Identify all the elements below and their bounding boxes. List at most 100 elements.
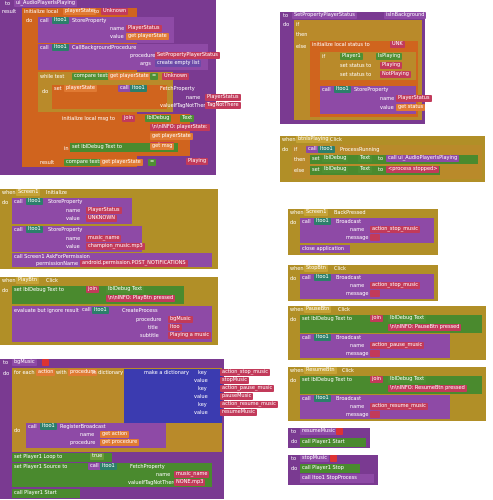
btn-is-playing-component[interactable]: btnIsPlaying <box>296 136 331 143</box>
playing-string[interactable]: Playing <box>186 158 209 165</box>
player-status-string[interactable]: PlayerStatus <box>396 95 432 102</box>
unknown-upper-string[interactable]: UNKNOWN <box>86 215 118 222</box>
unknown-string[interactable]: Unknown <box>101 8 129 15</box>
empty-message-string[interactable] <box>370 290 380 297</box>
bg-music-procedure[interactable]: to bgMusic do for each action with proce… <box>0 359 278 499</box>
action-stop-string[interactable]: action_stop_music <box>370 226 420 233</box>
lbl-debug[interactable]: lblDebug <box>322 155 349 162</box>
value-resume-music[interactable]: resumeMusic <box>220 409 257 416</box>
lbl-debug-text[interactable]: lblDebug Text <box>106 286 145 293</box>
process-stopped-string[interactable]: <process stopped> <box>386 166 440 173</box>
stop-music-procedure[interactable]: to stopMusic do call Player1 Stop call I… <box>288 455 378 485</box>
warning-icon[interactable] <box>330 455 337 462</box>
key-action-stop[interactable]: action_stop_music <box>220 369 270 376</box>
var-player-state-field[interactable]: playerState <box>63 8 96 15</box>
resume-btn-component[interactable]: ResumeBtn <box>304 367 337 374</box>
itoo-component[interactable]: Itoo1 <box>314 274 331 281</box>
screen1-component[interactable]: Screen1 <box>304 209 329 216</box>
text-property[interactable]: Text <box>180 115 195 122</box>
music-name-string[interactable]: music_name <box>86 235 122 242</box>
stop-btn-component[interactable]: StopBtn <box>304 265 328 272</box>
is-playing-property[interactable]: IsPlaying <box>376 53 403 60</box>
join-block[interactable]: join <box>370 315 384 322</box>
warning-icon[interactable] <box>336 428 343 435</box>
btn-is-playing-click-event[interactable]: when btnIsPlaying Click do if call Itoo1… <box>280 136 485 182</box>
get-status[interactable]: get status <box>396 104 426 111</box>
set-property-player-status-procedure[interactable]: to SetPropertyPlayerStatus isInBackgroun… <box>280 12 432 124</box>
playing-a-music-string[interactable]: Playing a music <box>168 332 212 339</box>
music-name-string[interactable]: music_name <box>174 471 210 478</box>
compare-texts[interactable]: compare texts <box>72 73 113 80</box>
play-btn-click-event[interactable]: when PlayBtn Click do set lblDebug Text … <box>0 277 218 345</box>
none-mp3-string[interactable]: NONE.mp3 <box>174 479 206 486</box>
procedure-name-field[interactable]: bgMusic <box>12 359 37 366</box>
play-btn-component[interactable]: PlayBtn <box>16 277 39 284</box>
equals-operator[interactable]: = <box>148 159 157 166</box>
itoo-component[interactable]: Itoo1 <box>314 395 331 402</box>
pause-btn-component[interactable]: PauseBtn <box>304 306 332 313</box>
join-block[interactable]: join <box>370 376 384 383</box>
player-status-string[interactable]: PlayerStatus <box>126 25 162 32</box>
itoo-component[interactable]: Itoo1 <box>26 226 43 233</box>
call-ui-audio-player[interactable]: call ui_AudioPlayerIsPlaying <box>386 155 460 162</box>
info-resume-string[interactable]: \n\nINFO: ResumeBtn pressed <box>388 385 467 392</box>
join-block[interactable]: join <box>86 286 100 293</box>
resume-music-procedure[interactable]: to resumeMusic do call Player1 Start <box>288 428 370 448</box>
text-property[interactable]: Text <box>358 155 373 162</box>
get-player-state[interactable]: get playerState <box>108 73 151 80</box>
key-action-pause[interactable]: action_pause_music <box>220 385 275 392</box>
stop-btn-click-event[interactable]: when StopBtn Click do call Itoo1 Broadca… <box>288 265 438 301</box>
itoo-component[interactable]: Itoo1 <box>26 198 43 205</box>
unk-string[interactable]: UNK <box>390 41 405 48</box>
playing-string[interactable]: Playing <box>380 62 403 69</box>
equals-operator[interactable]: = <box>150 73 159 80</box>
info-pause-string[interactable]: \n\nINFO: PauseBtn pressed <box>388 324 462 331</box>
info-play-string[interactable]: \n\nINFO: PlayBtn pressed <box>106 295 176 302</box>
player-status-string[interactable]: PlayerStatus <box>86 207 122 214</box>
champion-music-string[interactable]: champion_music.mp3 <box>86 243 145 250</box>
screen1-initialize-event[interactable]: when Screen1 Initialize do call Itoo1 St… <box>0 189 218 269</box>
procedure-name-field[interactable]: SetPropertyPlayerStatus <box>292 12 357 19</box>
get-player-state[interactable]: get playerState <box>150 133 193 140</box>
procedure-name-field[interactable]: stopMusic <box>300 455 330 462</box>
ui-audio-player-is-playing-procedure[interactable]: to ui_AudioPlayerIsPlaying result initia… <box>0 0 241 175</box>
get-player-state[interactable]: get playerState <box>100 159 143 166</box>
player-state-var[interactable]: playerState <box>64 85 97 92</box>
action-stop-string[interactable]: action_stop_music <box>370 282 420 289</box>
bg-music-string[interactable]: bgMusic <box>168 316 193 323</box>
itoo-component[interactable]: Itoo1 <box>100 463 117 470</box>
get-action[interactable]: get action <box>100 431 130 438</box>
is-in-background-param[interactable]: isInBackground <box>384 12 427 19</box>
not-playing-string[interactable]: NotPlaying <box>380 71 411 78</box>
text-property[interactable]: Text <box>358 166 373 173</box>
itoo-component[interactable]: Itoo1 <box>314 334 331 341</box>
procedure-value-string[interactable]: SetPropertyPlayerStatus <box>155 52 220 59</box>
get-player-state[interactable]: get playerState <box>126 33 169 40</box>
post-notifications-string[interactable]: android.permission.POST_NOTIFICATIONS <box>80 260 188 267</box>
procedure-name-field[interactable]: resumeMusic <box>300 428 337 435</box>
pause-btn-click-event[interactable]: when PauseBtn Click do set lblDebug Text… <box>288 306 486 360</box>
compare-texts-result[interactable]: compare texts <box>64 159 105 166</box>
key-action-resume[interactable]: action_resume_music <box>220 401 278 408</box>
value-pause-music[interactable]: pauseMusic <box>220 393 254 400</box>
lbl-debug-getter[interactable]: lblDebug <box>145 115 172 122</box>
empty-message-string[interactable] <box>370 234 380 241</box>
lbl-debug[interactable]: lblDebug <box>322 166 349 173</box>
itoo-component[interactable]: Itoo1 <box>318 146 335 153</box>
itoo-component[interactable]: Itoo1 <box>52 44 69 51</box>
empty-message-string[interactable] <box>370 350 380 357</box>
itoo-component[interactable]: Itoo1 <box>314 218 331 225</box>
tag-not-there-string[interactable]: TagNotThere <box>205 102 241 109</box>
true-value[interactable]: true <box>90 453 105 460</box>
action-pause-string[interactable]: action_pause_music <box>370 342 425 349</box>
join-block[interactable]: join <box>122 115 136 122</box>
itoo-component[interactable]: Itoo1 <box>92 307 109 314</box>
empty-message-string[interactable] <box>370 411 380 418</box>
itoo-component[interactable]: Itoo1 <box>130 85 147 92</box>
warning-icon[interactable] <box>42 359 49 366</box>
action-resume-string[interactable]: action_resume_music <box>370 403 428 410</box>
screen1-back-pressed-event[interactable]: when Screen1 BackPressed do call Itoo1 B… <box>288 209 438 255</box>
itoo-component[interactable]: Itoo1 <box>334 86 351 93</box>
procedure-name-field[interactable]: ui_AudioPlayerIsPlaying <box>14 0 78 7</box>
player1-component[interactable]: Player1 <box>340 53 363 60</box>
